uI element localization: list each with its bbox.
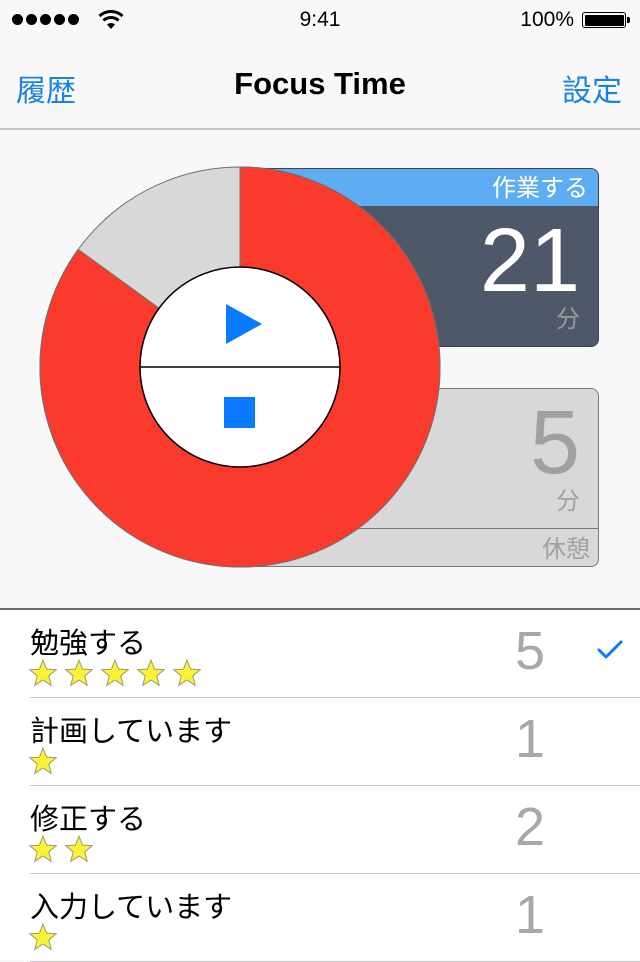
task-count: 1 [514, 709, 546, 769]
work-duration-unit: 分 [556, 305, 580, 333]
task-count: 5 [514, 621, 546, 681]
star-icon [64, 834, 94, 863]
checkmark-icon [597, 640, 623, 659]
timer-panel: 作業する 21 分 5 分 休憩 [0, 130, 640, 610]
star-icon [28, 922, 58, 951]
break-duration-value: 5 [529, 393, 580, 493]
task-count: 2 [514, 797, 546, 857]
task-rating [28, 834, 94, 864]
star-icon [136, 658, 166, 687]
task-name: 勉強する [30, 626, 147, 660]
task-row[interactable]: 入力しています 1 [0, 874, 640, 962]
task-name: 入力しています [30, 890, 233, 924]
work-duration-value: 21 [479, 211, 580, 311]
star-icon [28, 746, 58, 775]
task-rating [28, 922, 58, 952]
navigation-bar: 履歴 Focus Time 設定 [0, 40, 640, 130]
battery-percent: 100% [520, 8, 574, 31]
task-row[interactable]: 修正する 2 [0, 786, 640, 874]
star-icon [28, 658, 58, 687]
task-rating [28, 746, 58, 776]
star-icon [28, 834, 58, 863]
task-rating [28, 658, 202, 688]
status-bar: 9:41 100% [0, 0, 640, 40]
task-name: 計画しています [30, 714, 233, 748]
break-duration-unit: 分 [556, 487, 580, 515]
battery-icon [582, 12, 630, 28]
play-stop-control [139, 266, 341, 468]
task-name: 修正する [30, 802, 147, 836]
stop-button[interactable] [148, 368, 332, 466]
task-row[interactable]: 勉強する 5 [0, 610, 640, 698]
star-icon [172, 658, 202, 687]
star-icon [100, 658, 130, 687]
task-row[interactable]: 計画しています 1 [0, 698, 640, 786]
task-count: 1 [514, 885, 546, 945]
stop-icon [224, 397, 255, 428]
play-button[interactable] [148, 268, 332, 366]
timer-progress-ring [39, 166, 441, 568]
page-title: Focus Time [234, 66, 406, 101]
settings-button[interactable]: 設定 [562, 66, 622, 110]
star-icon [64, 658, 94, 687]
task-list: 勉強する 5 計画しています 1 修正する 2 入力しています 1 [0, 610, 640, 962]
